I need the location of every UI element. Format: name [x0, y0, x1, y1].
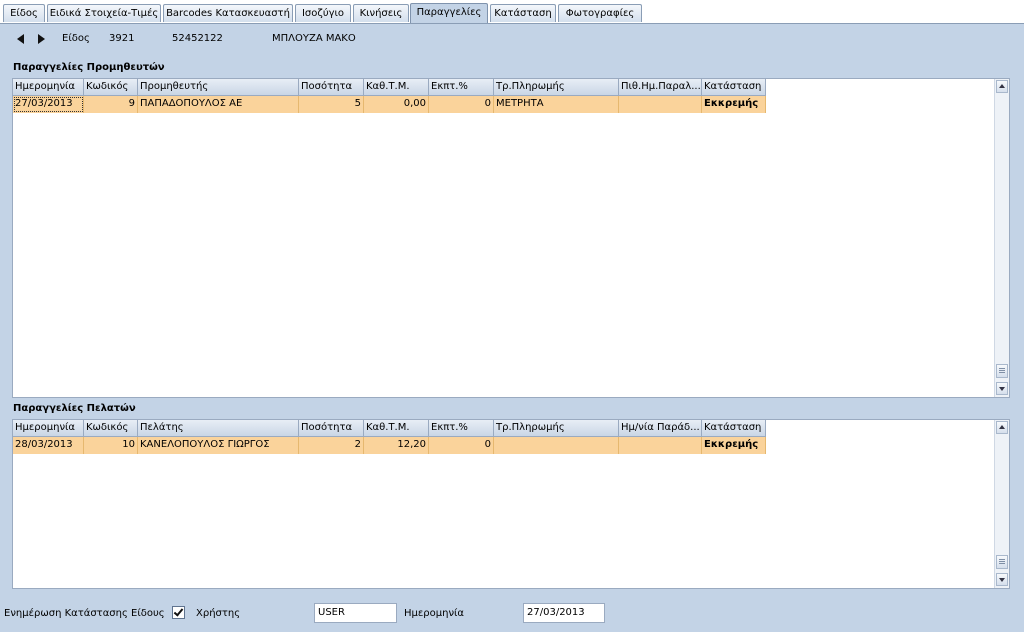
- date-field[interactable]: 27/03/2013: [523, 603, 605, 623]
- cell-customer[interactable]: ΚΑΝΕΛΟΠΟΥΛΟΣ ΓΙΩΡΓΟΣ: [138, 437, 299, 454]
- cell-date[interactable]: 27/03/2013: [13, 96, 84, 113]
- scroll-thumb[interactable]: [996, 364, 1008, 378]
- column-header[interactable]: Πελάτης: [138, 420, 299, 437]
- cell-price[interactable]: 12,20: [364, 437, 429, 454]
- cell-status[interactable]: Εκκρεμής: [702, 437, 766, 454]
- customer-orders-grid: Ημερομηνία Κωδικός Πελάτης Ποσότητα Καθ.…: [12, 419, 1010, 589]
- grid-header: Ημερομηνία Κωδικός Πελάτης Ποσότητα Καθ.…: [13, 420, 766, 437]
- item-description: ΜΠΛΟΥΖΑ ΜΑΚΟ: [272, 33, 356, 44]
- vertical-scrollbar[interactable]: [994, 79, 1009, 397]
- scroll-thumb[interactable]: [996, 555, 1008, 569]
- tab-item[interactable]: Είδος: [3, 4, 45, 22]
- column-header[interactable]: Καθ.Τ.Μ.: [364, 79, 429, 96]
- scroll-down-icon[interactable]: [996, 382, 1008, 395]
- customer-orders-title: Παραγγελίες Πελατών: [13, 403, 136, 414]
- column-header[interactable]: Κωδικός: [84, 79, 138, 96]
- column-header[interactable]: Πιθ.Ημ.Παραλ...: [619, 79, 702, 96]
- previous-record-button[interactable]: [14, 32, 28, 46]
- column-header[interactable]: Τρ.Πληρωμής: [494, 420, 619, 437]
- cell-quantity[interactable]: 5: [299, 96, 364, 113]
- scroll-up-icon[interactable]: [996, 80, 1008, 93]
- column-header[interactable]: Ποσότητα: [299, 420, 364, 437]
- update-status-label: Ενημέρωση Κατάστασης Είδους: [4, 608, 165, 619]
- user-field[interactable]: USER: [314, 603, 397, 623]
- cell-code[interactable]: 9: [84, 96, 138, 113]
- column-header[interactable]: Καθ.Τ.Μ.: [364, 420, 429, 437]
- cell-discount[interactable]: 0: [429, 96, 494, 113]
- column-header[interactable]: Ημερομηνία: [13, 420, 84, 437]
- tab-photos[interactable]: Φωτογραφίες: [558, 4, 642, 22]
- column-header[interactable]: Εκπτ.%: [429, 79, 494, 96]
- tab-bar: Είδος Ειδικά Στοιχεία-Τιμές Barcodes Κατ…: [0, 0, 1024, 24]
- tab-orders[interactable]: Παραγγελίες: [410, 3, 488, 24]
- column-header[interactable]: Κατάσταση: [702, 79, 766, 96]
- column-header[interactable]: Εκπτ.%: [429, 420, 494, 437]
- cell-quantity[interactable]: 2: [299, 437, 364, 454]
- cell-price[interactable]: 0,00: [364, 96, 429, 113]
- tab-movements[interactable]: Κινήσεις: [353, 4, 409, 22]
- cell-payment[interactable]: [494, 437, 619, 454]
- cell-discount[interactable]: 0: [429, 437, 494, 454]
- cell-delivery-date[interactable]: [619, 96, 702, 113]
- item-label: Είδος: [62, 33, 90, 44]
- update-status-checkbox[interactable]: [172, 606, 185, 619]
- user-label: Χρήστης: [196, 608, 241, 619]
- column-header[interactable]: Τρ.Πληρωμής: [494, 79, 619, 96]
- tab-status[interactable]: Κατάσταση: [490, 4, 556, 22]
- supplier-orders-grid: Ημερομηνία Κωδικός Προμηθευτής Ποσότητα …: [12, 78, 1010, 398]
- next-record-button[interactable]: [34, 32, 48, 46]
- tab-balance[interactable]: Ισοζύγιο: [295, 4, 351, 22]
- column-header[interactable]: Ποσότητα: [299, 79, 364, 96]
- column-header[interactable]: Κωδικός: [84, 420, 138, 437]
- tab-divider: [0, 23, 1024, 24]
- column-header[interactable]: Ημ/νία Παράδ...: [619, 420, 702, 437]
- scroll-up-icon[interactable]: [996, 421, 1008, 434]
- cell-code[interactable]: 10: [84, 437, 138, 454]
- cell-supplier[interactable]: ΠΑΠΑΔΟΠΟΥΛΟΣ ΑΕ: [138, 96, 299, 113]
- cell-payment[interactable]: ΜΕΤΡΗΤΑ: [494, 96, 619, 113]
- cell-delivery-date[interactable]: [619, 437, 702, 454]
- tab-special-prices[interactable]: Ειδικά Στοιχεία-Τιμές: [47, 4, 161, 22]
- item-barcode: 52452122: [172, 33, 223, 44]
- table-row[interactable]: 28/03/2013 10 ΚΑΝΕΛΟΠΟΥΛΟΣ ΓΙΩΡΓΟΣ 2 12,…: [13, 437, 766, 454]
- vertical-scrollbar[interactable]: [994, 420, 1009, 588]
- item-code: 3921: [109, 33, 135, 44]
- arrow-right-icon: [38, 34, 45, 44]
- cell-status[interactable]: Εκκρεμής: [702, 96, 766, 113]
- date-label: Ημερομηνία: [404, 608, 465, 619]
- arrow-left-icon: [17, 34, 24, 44]
- grid-header: Ημερομηνία Κωδικός Προμηθευτής Ποσότητα …: [13, 79, 766, 96]
- column-header[interactable]: Προμηθευτής: [138, 79, 299, 96]
- table-row[interactable]: 27/03/2013 9 ΠΑΠΑΔΟΠΟΥΛΟΣ ΑΕ 5 0,00 0 ΜΕ…: [13, 96, 766, 113]
- tab-barcodes[interactable]: Barcodes Κατασκευαστή: [163, 4, 293, 22]
- supplier-orders-title: Παραγγελίες Προμηθευτών: [13, 62, 165, 73]
- scroll-down-icon[interactable]: [996, 573, 1008, 586]
- cell-date[interactable]: 28/03/2013: [13, 437, 84, 454]
- column-header[interactable]: Κατάσταση: [702, 420, 766, 437]
- column-header[interactable]: Ημερομηνία: [13, 79, 84, 96]
